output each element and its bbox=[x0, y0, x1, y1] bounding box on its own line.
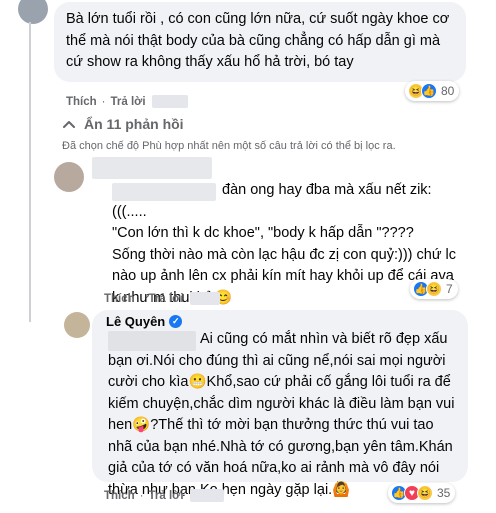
commenter-avatar[interactable] bbox=[18, 0, 48, 24]
author-avatar[interactable] bbox=[64, 312, 90, 338]
reaction-count: 35 bbox=[437, 486, 451, 500]
author-name[interactable]: Lê Quyên ✓ bbox=[106, 314, 183, 329]
timestamp[interactable] bbox=[151, 95, 188, 108]
reaction-count: 7 bbox=[446, 282, 453, 296]
haha-icon: 😆 bbox=[417, 485, 433, 501]
like-button[interactable]: Thích bbox=[66, 96, 97, 108]
reply-avatar[interactable] bbox=[54, 162, 84, 192]
comment-bubble-1: Bà lớn tuổi rồi , có con cũng lớn nữa, c… bbox=[54, 2, 466, 82]
like-button[interactable]: Thích bbox=[104, 490, 135, 502]
comment-actions: Thích · Trả lời bbox=[104, 292, 220, 305]
like-button[interactable]: Thích bbox=[104, 293, 135, 305]
timestamp[interactable] bbox=[189, 292, 220, 305]
reaction-summary[interactable]: 😆 👍 80 bbox=[405, 81, 460, 101]
reply-button[interactable]: Trả lời bbox=[111, 96, 146, 108]
comment-text: Ai cũng có mắt nhìn và biết rõ đẹp xấu b… bbox=[108, 331, 455, 498]
reply-button[interactable]: Trả lời bbox=[149, 490, 184, 502]
reaction-summary[interactable]: 👍 ♥ 😆 35 bbox=[388, 483, 456, 503]
comment-actions: Thích · Trả lời bbox=[104, 489, 224, 502]
verified-icon: ✓ bbox=[169, 315, 183, 328]
haha-icon: 😆 bbox=[426, 281, 442, 297]
comment-text: Bà lớn tuổi rồi , có con cũng lớn nữa, c… bbox=[66, 11, 450, 70]
like-icon: 👍 bbox=[421, 83, 437, 99]
blurred-name bbox=[92, 157, 212, 179]
filter-note: Đã chọn chế độ Phù hợp nhất nên một số c… bbox=[62, 140, 396, 152]
thread-line bbox=[29, 22, 31, 322]
reaction-count: 80 bbox=[441, 84, 455, 98]
author-name-text: Lê Quyên bbox=[106, 314, 166, 329]
chevron-up-icon bbox=[63, 121, 75, 128]
reply-button[interactable]: Trả lời bbox=[149, 293, 184, 305]
reaction-summary[interactable]: 👍 😆 7 bbox=[410, 279, 458, 299]
comment-actions: Thích · Trả lời bbox=[66, 95, 188, 108]
hide-replies-button[interactable]: Ẩn 11 phản hồi bbox=[62, 116, 184, 132]
timestamp[interactable] bbox=[189, 489, 224, 502]
hide-replies-label: Ẩn 11 phản hồi bbox=[84, 116, 184, 132]
